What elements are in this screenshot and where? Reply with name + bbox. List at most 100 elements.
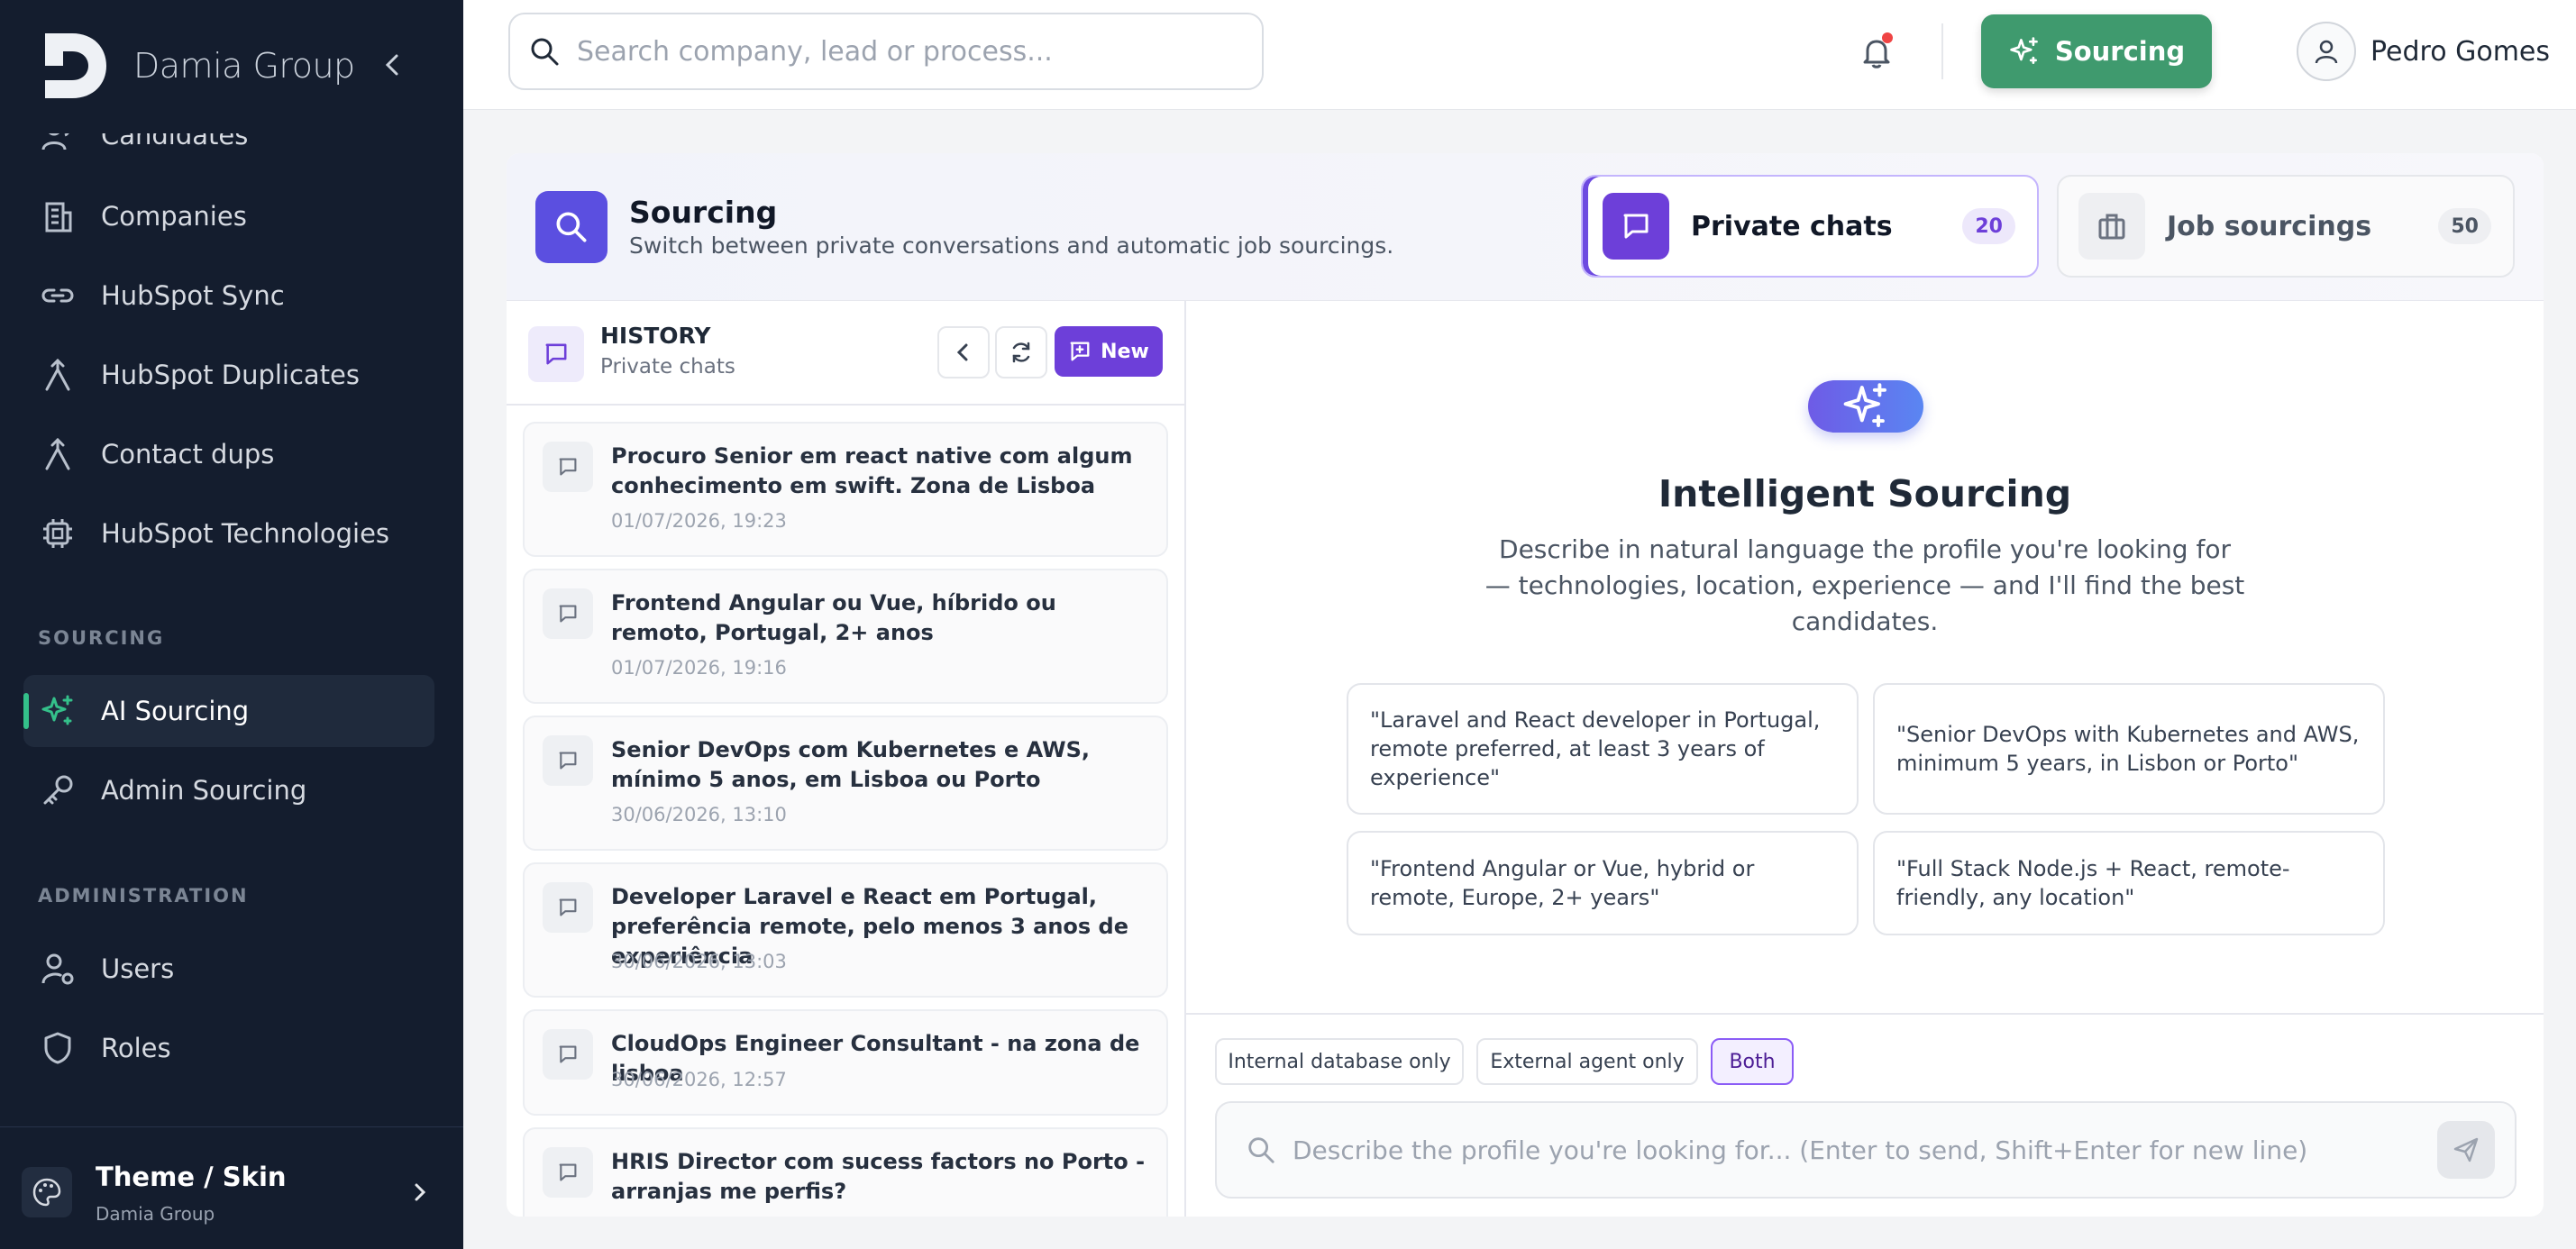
- page-subtitle: Switch between private conversations and…: [629, 232, 1394, 259]
- history-item-date: 01/07/2026, 19:23: [611, 510, 787, 532]
- composer: Internal database only External agent on…: [1186, 1013, 2544, 1217]
- sidebar-item-admin-sourcing[interactable]: Admin Sourcing: [23, 754, 434, 826]
- sidebar-item-label: Companies: [101, 201, 247, 232]
- new-chat-icon: [1070, 342, 1090, 361]
- sidebar-item-label: Candidates: [101, 133, 249, 150]
- history-header: HISTORY Private chats New: [507, 301, 1184, 406]
- user-menu[interactable]: Pedro Gomes: [2297, 22, 2550, 81]
- refresh-button[interactable]: [995, 326, 1047, 378]
- history-item-date: 01/07/2026, 19:16: [611, 657, 787, 679]
- sidebar-item-hubspot-technologies[interactable]: HubSpot Technologies: [23, 497, 434, 570]
- sidebar-item-ai-sourcing[interactable]: AI Sourcing: [23, 675, 434, 747]
- logo-icon: [45, 33, 106, 98]
- merge-icon: [38, 434, 78, 474]
- chat-area: Intelligent Sourcing Describe in natural…: [1186, 301, 2544, 1217]
- sourcing-card: Sourcing Switch between private conversa…: [507, 153, 2544, 1217]
- candidates-icon: [38, 133, 78, 155]
- avatar: [2297, 22, 2356, 81]
- suggestion-card[interactable]: "Full Stack Node.js + React, remote-frie…: [1873, 831, 2385, 935]
- global-search[interactable]: [508, 13, 1264, 90]
- theme-switcher[interactable]: Theme / Skin Damia Group: [0, 1126, 463, 1249]
- sidebar-item-label: HubSpot Duplicates: [101, 360, 361, 390]
- sparkles-icon: [2010, 37, 2038, 64]
- chat-icon: [1603, 193, 1669, 260]
- sparkles-icon: [38, 691, 78, 731]
- chat-icon: [528, 326, 584, 382]
- collapse-history-button[interactable]: [937, 326, 990, 378]
- prompt-box[interactable]: [1215, 1101, 2517, 1199]
- sidebar: Damia Group Candidates Companies HubSpot…: [0, 0, 463, 1249]
- mode-both-button[interactable]: Both: [1711, 1038, 1794, 1085]
- sidebar-item-label: Admin Sourcing: [101, 775, 307, 806]
- link-icon: [38, 276, 78, 315]
- section-sourcing: SOURCING: [38, 627, 165, 649]
- history-item-title: Senior DevOps com Kubernetes e AWS, míni…: [611, 737, 1091, 792]
- sidebar-item-label: Contact dups: [101, 439, 275, 470]
- history-item[interactable]: HRIS Director com sucess factors no Port…: [523, 1127, 1168, 1217]
- history-title: HISTORY: [600, 323, 711, 349]
- theme-subtitle: Damia Group: [96, 1203, 215, 1225]
- history-item[interactable]: Senior DevOps com Kubernetes e AWS, míni…: [523, 716, 1168, 851]
- sidebar-item-companies[interactable]: Companies: [23, 180, 434, 252]
- tab-private-chats[interactable]: Private chats 20: [1581, 175, 2039, 278]
- notification-dot: [1882, 32, 1893, 43]
- briefcase-icon: [2078, 193, 2145, 260]
- prompt-input[interactable]: [1293, 1135, 2392, 1165]
- collapse-sidebar-button[interactable]: [379, 47, 406, 83]
- search-input[interactable]: [577, 35, 1208, 68]
- palette-icon: [22, 1167, 72, 1217]
- sidebar-item-contact-dups[interactable]: Contact dups: [23, 418, 434, 490]
- mode-internal-button[interactable]: Internal database only: [1215, 1038, 1464, 1085]
- suggestion-card[interactable]: "Frontend Angular or Vue, hybrid or remo…: [1347, 831, 1859, 935]
- sidebar-item-label: HubSpot Sync: [101, 280, 285, 311]
- user-icon: [2315, 40, 2338, 64]
- send-button[interactable]: [2437, 1121, 2495, 1179]
- sidebar-item-label: Roles: [101, 1033, 171, 1063]
- building-icon: [38, 196, 78, 236]
- sidebar-item-label: HubSpot Technologies: [101, 518, 390, 549]
- empty-state-description: Describe in natural language the profile…: [1484, 534, 2245, 636]
- chevron-right-icon: [411, 1180, 429, 1205]
- mode-external-button[interactable]: External agent only: [1476, 1038, 1698, 1085]
- sidebar-item-candidates[interactable]: Candidates: [23, 133, 434, 171]
- history-item[interactable]: Procuro Senior em react native com algum…: [523, 422, 1168, 557]
- tab-job-sourcings[interactable]: Job sourcings 50: [2057, 175, 2515, 278]
- user-name: Pedro Gomes: [2370, 35, 2550, 68]
- send-icon: [2453, 1137, 2479, 1162]
- suggestion-card[interactable]: "Senior DevOps with Kubernetes and AWS, …: [1873, 683, 2385, 815]
- key-icon: [38, 770, 78, 810]
- brand[interactable]: Damia Group: [41, 27, 355, 105]
- history-item[interactable]: Frontend Angular ou Vue, híbrido ou remo…: [523, 569, 1168, 704]
- sourcing-button[interactable]: Sourcing: [1981, 14, 2212, 88]
- topbar: Sourcing Pedro Gomes: [463, 0, 2576, 110]
- chip-icon: [38, 514, 78, 553]
- chat-icon: [543, 882, 593, 933]
- shield-icon: [38, 1028, 78, 1068]
- search-icon: [535, 191, 607, 263]
- refresh-icon: [1012, 342, 1030, 363]
- sidebar-item-users[interactable]: Users: [23, 933, 434, 1005]
- history-item[interactable]: Developer Laravel e React em Portugal, p…: [523, 862, 1168, 998]
- notifications-button[interactable]: [1851, 27, 1902, 77]
- count-badge: 50: [2438, 208, 2491, 244]
- history-item-date: 30/06/2026, 13:10: [611, 804, 787, 825]
- sourcing-button-label: Sourcing: [2054, 36, 2186, 67]
- sparkles-icon: [1808, 380, 1923, 433]
- history-item-title: HRIS Director com sucess factors no Port…: [611, 1149, 1146, 1204]
- history-item[interactable]: CloudOps Engineer Consultant - na zona d…: [523, 1009, 1168, 1116]
- user-gear-icon: [38, 949, 78, 989]
- history-list: Procuro Senior em react native com algum…: [523, 422, 1168, 1217]
- count-badge: 20: [1962, 208, 2015, 244]
- suggestion-card[interactable]: "Laravel and React developer in Portugal…: [1347, 683, 1859, 815]
- new-chat-button[interactable]: New: [1055, 326, 1163, 377]
- sidebar-item-roles[interactable]: Roles: [23, 1012, 434, 1084]
- sidebar-item-label: Users: [101, 953, 175, 984]
- sidebar-item-hubspot-sync[interactable]: HubSpot Sync: [23, 260, 434, 332]
- tab-label: Job sourcings: [2167, 210, 2372, 242]
- history-item-date: 30/06/2026, 12:57: [611, 1069, 787, 1090]
- sourcing-header: Sourcing Switch between private conversa…: [507, 153, 2544, 301]
- tab-label: Private chats: [1691, 210, 1893, 242]
- page-title: Sourcing: [629, 195, 778, 230]
- history-panel: HISTORY Private chats New Procuro Senior…: [507, 301, 1186, 1217]
- sidebar-item-hubspot-duplicates[interactable]: HubSpot Duplicates: [23, 339, 434, 411]
